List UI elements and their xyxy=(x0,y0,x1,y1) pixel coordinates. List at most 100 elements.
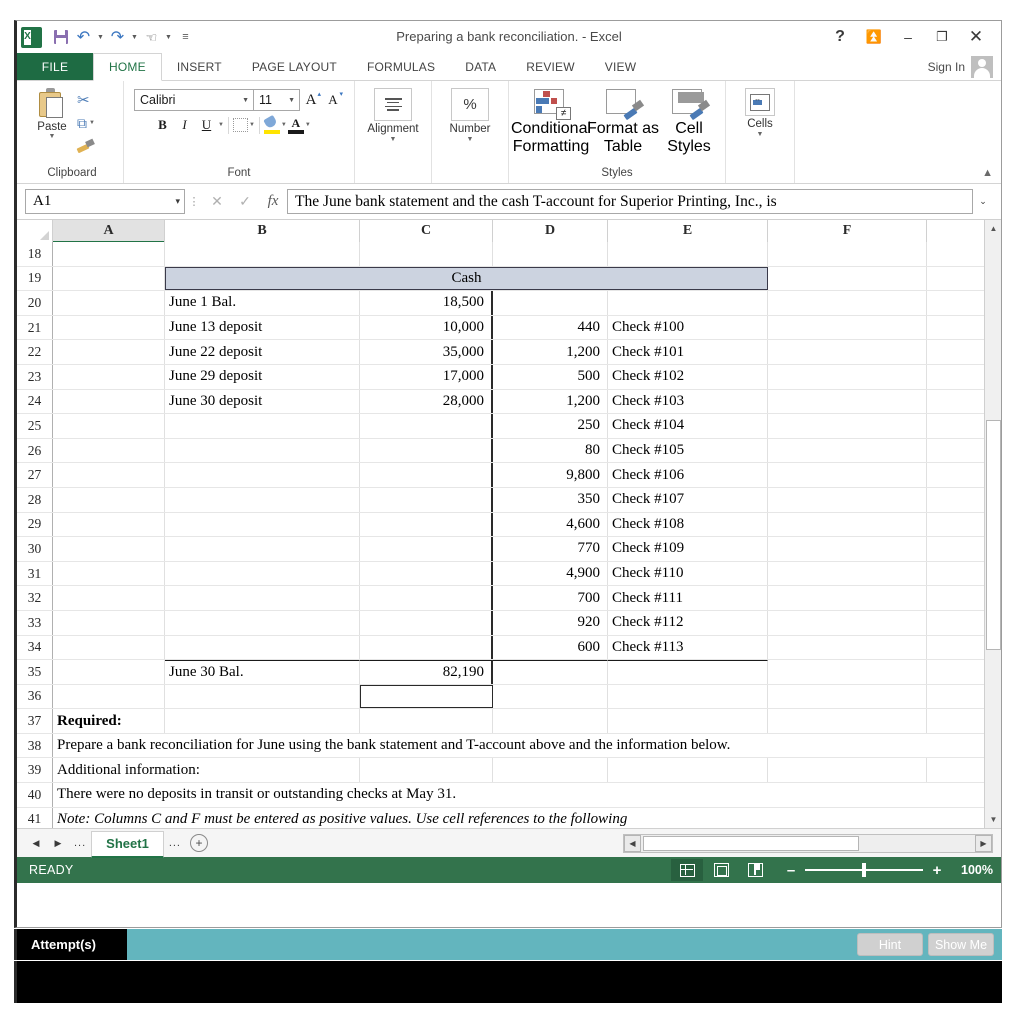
scroll-up-button[interactable]: ▲ xyxy=(985,220,1001,237)
cell-a21[interactable] xyxy=(53,315,165,340)
zoom-slider[interactable] xyxy=(805,862,923,878)
cell-b22[interactable]: June 22 deposit xyxy=(165,340,360,364)
tab-view[interactable]: VIEW xyxy=(590,53,651,80)
cell-f35[interactable] xyxy=(768,660,927,684)
cell-f24[interactable] xyxy=(768,389,927,414)
cell-f28[interactable] xyxy=(768,487,927,512)
cell-e29[interactable]: Check #108 xyxy=(608,512,768,537)
cells-dropdown-icon[interactable]: ▼ xyxy=(757,131,764,139)
row-header-20[interactable]: 20 xyxy=(17,291,53,315)
cell-d31[interactable]: 4,900 xyxy=(493,561,608,586)
cell-b29[interactable] xyxy=(165,512,360,537)
row-header-18[interactable]: 18 xyxy=(17,242,53,266)
row-header-38[interactable]: 38 xyxy=(17,733,53,758)
cell-d32[interactable]: 700 xyxy=(493,586,608,610)
paste-button[interactable]: Paste ▼ xyxy=(27,86,77,140)
cell-f19[interactable] xyxy=(768,266,927,291)
underline-button[interactable]: U xyxy=(196,115,217,135)
cell-c31[interactable] xyxy=(360,561,493,586)
minimize-button[interactable]: – xyxy=(891,22,925,52)
row-header-35[interactable]: 35 xyxy=(17,660,53,684)
cell-e31[interactable]: Check #110 xyxy=(608,561,768,586)
cell-d35[interactable] xyxy=(493,660,608,684)
row-header-39[interactable]: 39 xyxy=(17,758,53,783)
collapse-ribbon-button[interactable]: ▲ xyxy=(982,167,993,179)
row-header-41[interactable]: 41 xyxy=(17,807,53,828)
row-header-28[interactable]: 28 xyxy=(17,487,53,512)
cell-c27[interactable] xyxy=(360,463,493,487)
row-header-37[interactable]: 37 xyxy=(17,709,53,733)
touch-mode-dropdown-icon[interactable]: ▼ xyxy=(164,27,173,48)
sheet-right-ellipsis[interactable]: ... xyxy=(164,837,186,849)
show-me-button[interactable]: Show Me xyxy=(928,933,994,956)
row-header-25[interactable]: 25 xyxy=(17,414,53,438)
cell-b37[interactable] xyxy=(165,709,360,733)
cell-d24[interactable]: 1,200 xyxy=(493,389,608,414)
cell-e34[interactable]: Check #113 xyxy=(608,635,768,660)
cell-a41[interactable]: Note: Columns C and F must be entered as… xyxy=(53,807,1001,828)
cell-e35[interactable] xyxy=(608,660,768,684)
cell-b23[interactable]: June 29 deposit xyxy=(165,364,360,389)
cell-c33[interactable] xyxy=(360,610,493,635)
cell-f30[interactable] xyxy=(768,537,927,561)
page-break-view-button[interactable] xyxy=(739,859,771,881)
font-size-input[interactable]: 11 ▼ xyxy=(254,89,300,111)
cell-f23[interactable] xyxy=(768,364,927,389)
number-button[interactable]: % Number ▼ xyxy=(438,86,502,144)
cells-button[interactable]: ↔ Cells ▼ xyxy=(732,86,788,139)
cell-c20[interactable]: 18,500 xyxy=(360,291,493,315)
cell-b30[interactable] xyxy=(165,537,360,561)
format-as-table-button[interactable]: Format as Table xyxy=(587,86,659,156)
cell-d25[interactable]: 250 xyxy=(493,414,608,438)
cell-f36[interactable] xyxy=(768,684,927,709)
cell-c26[interactable] xyxy=(360,438,493,463)
column-header-e[interactable]: E xyxy=(608,220,768,242)
cell-d39[interactable] xyxy=(493,758,608,783)
row-header-19[interactable]: 19 xyxy=(17,266,53,291)
cell-a27[interactable] xyxy=(53,463,165,487)
cell-d29[interactable]: 4,600 xyxy=(493,512,608,537)
cell-f25[interactable] xyxy=(768,414,927,438)
cell-c29[interactable] xyxy=(360,512,493,537)
tab-data[interactable]: DATA xyxy=(450,53,511,80)
column-header-b[interactable]: B xyxy=(165,220,360,242)
row-header-22[interactable]: 22 xyxy=(17,340,53,364)
cell-b36[interactable] xyxy=(165,684,360,709)
cell-b26[interactable] xyxy=(165,438,360,463)
cell-a28[interactable] xyxy=(53,487,165,512)
cell-e36[interactable] xyxy=(608,684,768,709)
font-name-input[interactable]: Calibri ▼ xyxy=(134,89,254,111)
cell-f26[interactable] xyxy=(768,438,927,463)
scroll-down-button[interactable]: ▼ xyxy=(985,811,1001,828)
cell-c32[interactable] xyxy=(360,586,493,610)
expand-formula-bar-icon[interactable]: ⌄ xyxy=(973,196,993,207)
row-header-27[interactable]: 27 xyxy=(17,463,53,487)
insert-function-button[interactable]: fx xyxy=(259,189,287,214)
cell-e23[interactable]: Check #102 xyxy=(608,364,768,389)
increase-font-size-button[interactable]: A xyxy=(300,89,322,111)
cell-a29[interactable] xyxy=(53,512,165,537)
alignment-button[interactable]: Alignment ▼ xyxy=(361,86,425,144)
save-button[interactable] xyxy=(50,27,71,48)
cell-e18[interactable] xyxy=(608,242,768,266)
next-sheet-button[interactable]: ▶ xyxy=(47,832,69,854)
cell-e33[interactable]: Check #112 xyxy=(608,610,768,635)
cell-b18[interactable] xyxy=(165,242,360,266)
prev-sheet-button[interactable]: ◀ xyxy=(25,832,47,854)
cell-c23[interactable]: 17,000 xyxy=(360,364,493,389)
cell-b28[interactable] xyxy=(165,487,360,512)
cell-b33[interactable] xyxy=(165,610,360,635)
cell-c18[interactable] xyxy=(360,242,493,266)
cell-c36[interactable] xyxy=(360,684,493,709)
alignment-dropdown-icon[interactable]: ▼ xyxy=(390,136,397,144)
cell-f31[interactable] xyxy=(768,561,927,586)
cell-d23[interactable]: 500 xyxy=(493,364,608,389)
cell-b34[interactable] xyxy=(165,635,360,660)
touch-mode-button[interactable]: ☜ xyxy=(141,27,162,48)
cell-c39[interactable] xyxy=(360,758,493,783)
sheet-tab-sheet1[interactable]: Sheet1 xyxy=(91,830,164,858)
normal-view-button[interactable] xyxy=(671,859,703,881)
cell-d30[interactable]: 770 xyxy=(493,537,608,561)
cell-d26[interactable]: 80 xyxy=(493,438,608,463)
column-header-c[interactable]: C xyxy=(360,220,493,242)
